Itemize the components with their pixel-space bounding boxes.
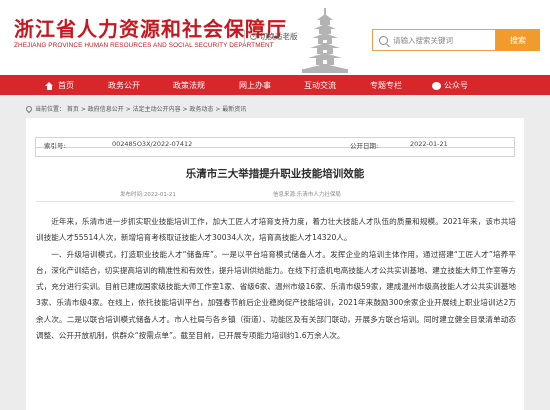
nav-item-topics[interactable]: 专题专栏	[370, 80, 402, 91]
article-publish-time: 发布时间:2022-01-21	[120, 192, 176, 198]
index-value: 002485O3X/2022-07412	[112, 140, 193, 148]
article-source: 信息来源:乐清市人力社保局	[273, 192, 341, 198]
main-nav: 首页 政务公开 政策法规 网上办事 互动交流 专题专栏 公众号	[0, 75, 550, 95]
elderly-mode-label: 切换适老版	[260, 32, 298, 41]
home-icon	[45, 81, 54, 90]
article-divider	[36, 201, 514, 202]
location-icon	[24, 104, 34, 113]
nav-item-wechat[interactable]: 公众号	[432, 80, 468, 91]
nav-item-label: 首页	[58, 81, 74, 90]
meta-table: 索引号: 002485O3X/2022-07412 公开日期: 2022-01-…	[35, 137, 515, 157]
wechat-icon	[432, 81, 441, 90]
elderly-mode-toggle[interactable]: 切换适老版	[250, 31, 298, 42]
site-header: 浙江省人力资源和社会保障厅 ZHEJIANG PROVINCE HUMAN RE…	[0, 0, 550, 75]
elderly-mode-icon	[250, 33, 257, 40]
header-divider	[244, 30, 245, 42]
nav-item-interaction[interactable]: 互动交流	[304, 80, 336, 91]
publish-date-label: 公开日期:	[350, 142, 379, 150]
breadcrumb-text[interactable]: 当前位置： 首页 > 政府信息公开 > 法定主动公开内容 > 政务动态 > 最新…	[35, 104, 246, 113]
nav-item-gov-affairs[interactable]: 政务公开	[108, 80, 140, 91]
nav-item-label: 互动交流	[304, 81, 336, 90]
nav-item-policies[interactable]: 政策法规	[173, 80, 205, 91]
breadcrumb: 当前位置： 首页 > 政府信息公开 > 法定主动公开内容 > 政务动态 > 最新…	[24, 104, 246, 113]
pagoda-illustration	[302, 8, 348, 73]
article-paragraph: 近年来，乐清市进一步抓实职业技能培训工作，加大工匠人才培育支持力度，着力壮大技能…	[36, 217, 516, 243]
article-title: 乐清市三大举措提升职业技能培训效能	[185, 168, 365, 180]
index-label: 索引号:	[44, 142, 66, 150]
nav-item-label: 政策法规	[173, 81, 205, 90]
publish-date-value: 2022-01-21	[410, 140, 448, 148]
search-button[interactable]: 搜索	[496, 29, 540, 51]
search-icon	[379, 35, 388, 45]
search-box	[372, 29, 496, 51]
site-title[interactable]: 浙江省人力资源和社会保障厅	[14, 13, 287, 42]
nav-item-label: 公众号	[444, 81, 468, 90]
article-paragraph: 一、升级培训模式，打造职业技能人才“储备库”。一是以平台培育模式储备人才。发挥企…	[36, 249, 516, 341]
search-input[interactable]	[393, 35, 493, 45]
nav-item-label: 专题专栏	[370, 81, 402, 90]
nav-item-home[interactable]: 首页	[45, 80, 74, 91]
site-subtitle: ZHEJIANG PROVINCE HUMAN RESOURCES AND SO…	[14, 42, 274, 49]
nav-item-label: 政务公开	[108, 81, 140, 90]
nav-item-label: 网上办事	[239, 81, 271, 90]
nav-item-online-services[interactable]: 网上办事	[239, 80, 271, 91]
article-body: 近年来，乐清市进一步抓实职业技能培训工作，加大工匠人才培育支持力度，着力壮大技能…	[36, 214, 516, 344]
